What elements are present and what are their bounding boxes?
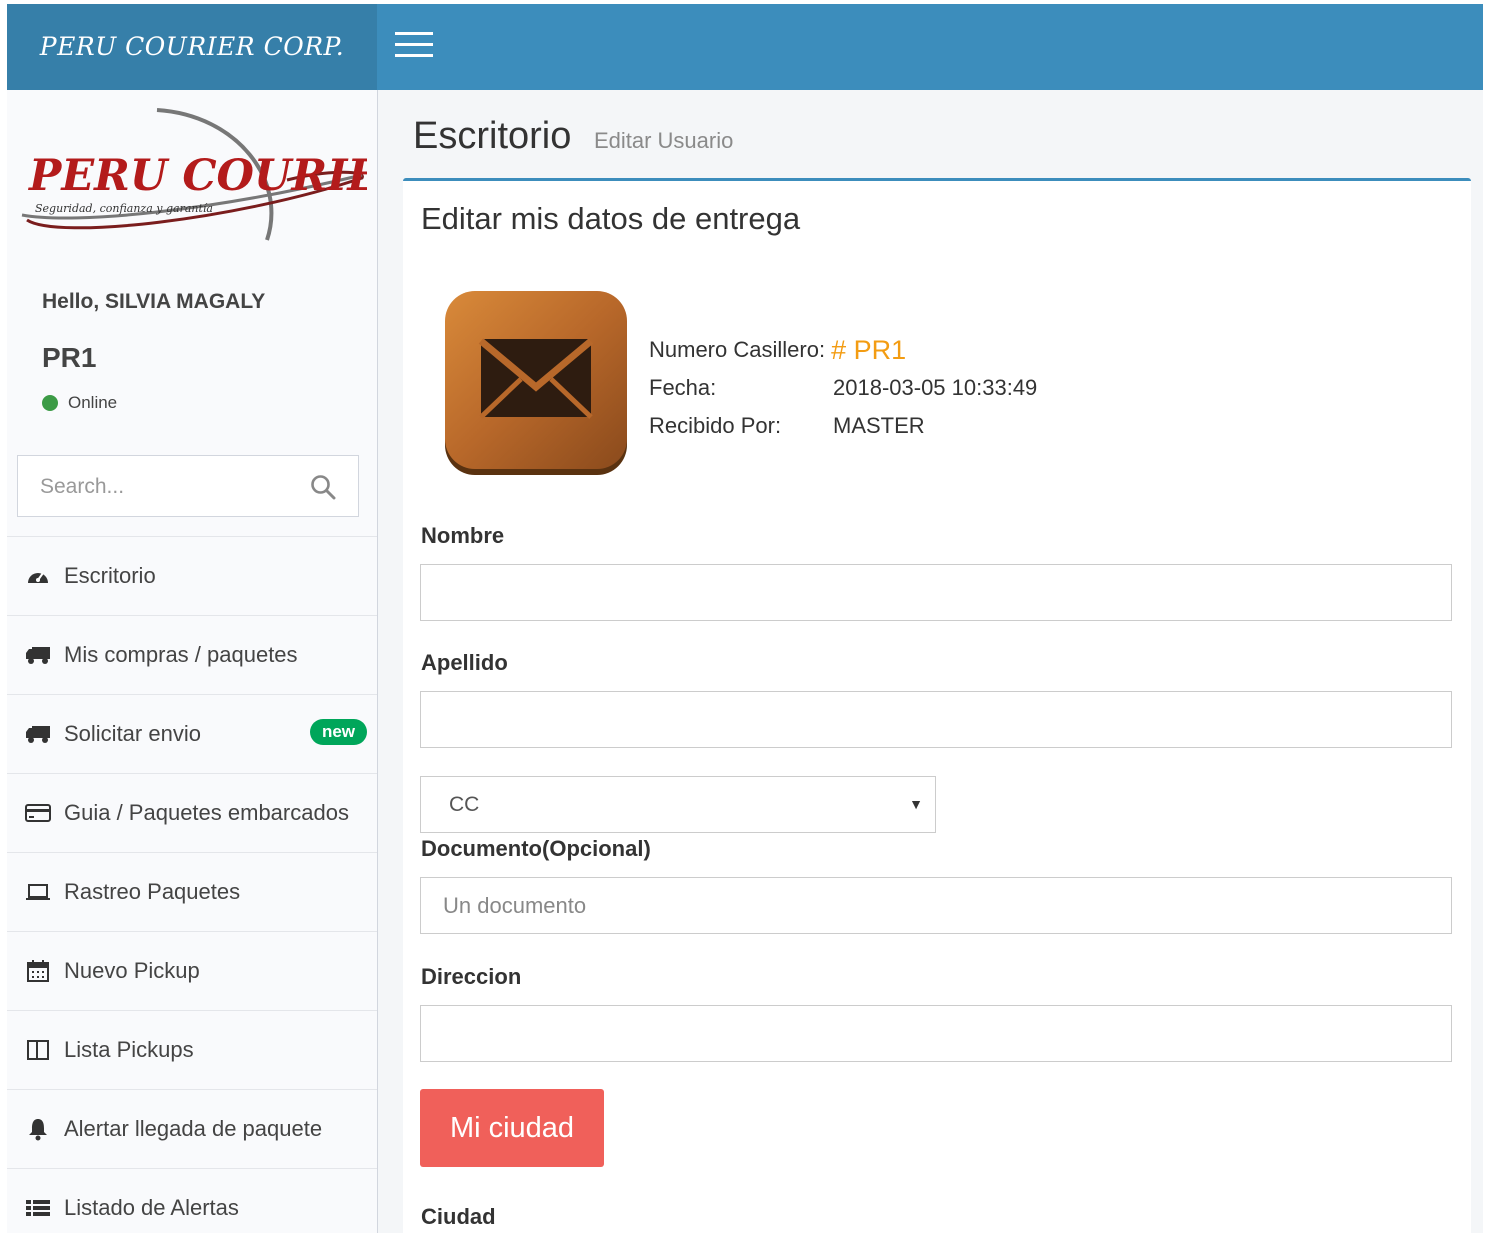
page-subtitle: Editar Usuario <box>593 128 734 153</box>
sidebar-item-label: Listado de Alertas <box>64 1195 239 1220</box>
top-navbar: PERU COURIER CORP. <box>7 4 1483 90</box>
casillero-value: # PR1 <box>831 334 907 365</box>
direccion-label: Direccion <box>421 964 522 989</box>
status-label: Online <box>68 393 118 412</box>
info-row-casillero: Numero Casillero: # PR1 <box>649 331 1037 369</box>
page-title-text: Escritorio <box>413 115 572 157</box>
fecha-value: 2018-03-05 10:33:49 <box>833 375 1038 400</box>
casillero-label: Numero Casillero: <box>649 337 826 362</box>
truck-icon <box>25 643 51 667</box>
direccion-field[interactable] <box>420 1005 1452 1062</box>
online-dot-icon <box>42 395 58 411</box>
calendar-icon <box>25 959 51 983</box>
hamburger-menu-icon[interactable] <box>395 32 435 62</box>
edit-delivery-box: Editar mis datos de entrega Numero Casil… <box>403 178 1471 1241</box>
fecha-label: Fecha: <box>649 375 717 400</box>
mi-ciudad-button[interactable]: Mi ciudad <box>420 1089 604 1167</box>
user-greeting: Hello, SILVIA MAGALY <box>42 290 266 313</box>
sidebar: PERU COURIER Seguridad, confianza y gara… <box>7 90 378 1233</box>
nombre-field[interactable] <box>420 564 1452 621</box>
sidebar-item-label: Solicitar envio <box>64 721 201 746</box>
new-badge: new <box>309 719 367 745</box>
main-content: Escritorio Editar Usuario Editar mis dat… <box>378 90 1483 1241</box>
online-status: Online <box>42 393 117 413</box>
sidebar-item-label: Lista Pickups <box>64 1037 194 1062</box>
recibido-value: MASTER <box>833 413 925 438</box>
sidebar-item-nuevo-pickup[interactable]: Nuevo Pickup <box>7 931 377 1010</box>
documento-label: Documento(Opcional) <box>421 836 651 861</box>
brand-title[interactable]: PERU COURIER CORP. <box>7 4 377 90</box>
truck-icon <box>25 722 51 746</box>
apellido-field[interactable] <box>420 691 1452 748</box>
locker-info: Numero Casillero: # PR1 Fecha: 2018-03-0… <box>649 331 1037 445</box>
sidebar-item-solicitar-envio[interactable]: Solicitar envio new <box>7 694 377 773</box>
columns-icon <box>25 1038 51 1062</box>
nombre-label: Nombre <box>421 523 505 548</box>
sidebar-search <box>17 455 359 518</box>
list-icon <box>25 1196 51 1220</box>
info-row-fecha: Fecha: 2018-03-05 10:33:49 <box>649 369 1037 407</box>
bell-icon <box>25 1117 51 1141</box>
sidebar-menu: Escritorio Mis compras / paquetes Solici… <box>7 536 377 1233</box>
document-type-value: CC <box>449 793 480 816</box>
sidebar-item-label: Alertar llegada de paquete <box>64 1116 323 1141</box>
box-title: Editar mis datos de entrega <box>421 201 801 236</box>
sidebar-item-listado-alertas[interactable]: Listado de Alertas <box>7 1168 377 1233</box>
logo-text: PERU COURIER <box>27 151 367 201</box>
logo-tagline: Seguridad, confianza y garantía <box>35 202 213 215</box>
sidebar-item-label: Guia / Paquetes embarcados <box>64 800 349 825</box>
sidebar-item-label: Escritorio <box>64 563 156 588</box>
dashboard-icon <box>25 564 51 588</box>
credit-card-icon <box>25 801 51 825</box>
user-code: PR1 <box>42 342 97 373</box>
search-input[interactable] <box>18 456 312 518</box>
sidebar-item-rastreo[interactable]: Rastreo Paquetes <box>7 852 377 931</box>
sidebar-item-alertar[interactable]: Alertar llegada de paquete <box>7 1089 377 1168</box>
sidebar-item-lista-pickups[interactable]: Lista Pickups <box>7 1010 377 1089</box>
sidebar-item-mis-compras[interactable]: Mis compras / paquetes <box>7 615 377 694</box>
laptop-icon <box>25 880 51 904</box>
peru-courier-logo: PERU COURIER Seguridad, confianza y gara… <box>21 108 367 241</box>
document-type-select[interactable]: CC ▼ <box>420 776 936 833</box>
ciudad-label: Ciudad <box>421 1204 496 1229</box>
search-icon[interactable] <box>310 474 336 500</box>
sidebar-item-label: Nuevo Pickup <box>64 958 200 983</box>
sidebar-item-guia[interactable]: Guia / Paquetes embarcados <box>7 773 377 852</box>
recibido-label: Recibido Por: <box>649 413 782 438</box>
caret-down-icon: ▼ <box>909 796 923 812</box>
documento-field[interactable] <box>420 877 1452 934</box>
envelope-icon <box>445 291 627 475</box>
page-title: Escritorio Editar Usuario <box>413 115 733 158</box>
sidebar-item-label: Mis compras / paquetes <box>64 642 298 667</box>
apellido-label: Apellido <box>421 650 508 675</box>
sidebar-item-escritorio[interactable]: Escritorio <box>7 536 377 615</box>
info-row-recibido: Recibido Por: MASTER <box>649 407 1037 445</box>
sidebar-item-label: Rastreo Paquetes <box>64 879 241 904</box>
